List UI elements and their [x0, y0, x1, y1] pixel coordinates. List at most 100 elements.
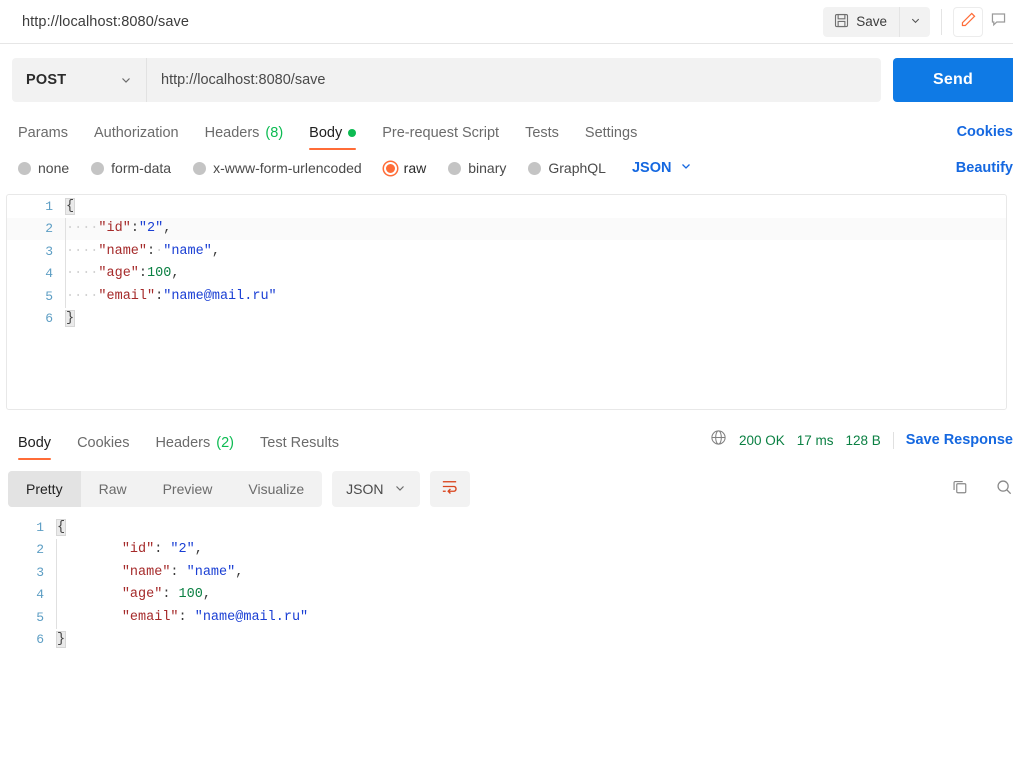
request-body-editor[interactable]: 1{2 ····"id":"2", 3 ····"name":·"name", 4 ···…: [6, 194, 1007, 410]
response-tab-cookies[interactable]: Cookies: [77, 435, 129, 460]
body-format-select[interactable]: JSON: [632, 160, 693, 176]
tab-body[interactable]: Body: [309, 125, 357, 150]
edit-request-button[interactable]: [953, 6, 983, 37]
str-token: "name@mail.ru": [194, 609, 309, 625]
code-line: 3 ····"name":·"name",: [7, 240, 1006, 263]
key-token: "age": [121, 587, 163, 603]
tab-label: Headers: [155, 435, 211, 451]
code-text: {: [64, 197, 76, 215]
line-number: 6: [36, 632, 44, 648]
http-method-select[interactable]: POST: [12, 58, 146, 102]
response-tab-test-results[interactable]: Test Results: [260, 435, 339, 460]
response-code-area[interactable]: 1{2 "id": "2", 3 "name": "name", 4 "age": …: [0, 516, 1013, 651]
request-url-input[interactable]: http://localhost:8080/save: [146, 58, 881, 102]
request-code-area[interactable]: 1{2 ····"id":"2", 3 ····"name":·"name", 4 ···…: [7, 195, 1006, 330]
tab-count: (2): [216, 435, 234, 451]
response-time: 17 ms: [796, 432, 834, 448]
code-text: "id": "2",: [57, 542, 203, 557]
tab-settings[interactable]: Settings: [585, 125, 637, 150]
body-type-label: form-data: [111, 160, 172, 176]
save-response-link[interactable]: Save Response: [906, 432, 1013, 448]
copy-button[interactable]: [951, 478, 969, 501]
str-token: "name": [186, 564, 236, 580]
indent-dots: ····: [66, 266, 99, 282]
code-line: 1{: [7, 195, 1006, 218]
body-type-urlencoded[interactable]: x-www-form-urlencoded: [193, 160, 362, 176]
request-tabs: Params Authorization Headers (8) Body Pr…: [0, 108, 1013, 150]
pencil-icon: [960, 11, 977, 33]
tab-params[interactable]: Params: [18, 125, 68, 150]
save-button[interactable]: Save: [823, 7, 899, 37]
radio-icon: [91, 161, 105, 175]
word-wrap-toggle[interactable]: [429, 471, 470, 507]
punc-token: :: [170, 564, 187, 580]
line-number: 1: [36, 519, 44, 535]
key-token: "age": [98, 266, 139, 282]
body-type-graphql[interactable]: GraphQL: [528, 160, 606, 176]
tab-label: Pre-request Script: [382, 125, 500, 141]
code-text: ····"name":·"name",: [66, 244, 220, 259]
response-toolbar: Pretty Raw Preview Visualize JSON: [0, 460, 1013, 508]
beautify-link[interactable]: Beautify: [956, 160, 1013, 176]
body-type-raw[interactable]: raw: [383, 160, 426, 176]
body-type-none[interactable]: none: [18, 160, 69, 176]
line-number: 6: [45, 311, 53, 327]
brace-token: }: [55, 631, 67, 649]
radio-selected-icon: [383, 161, 397, 175]
indent-dots: [57, 610, 122, 625]
body-type-label: x-www-form-urlencoded: [213, 160, 362, 176]
view-mode-raw[interactable]: Raw: [81, 471, 145, 507]
response-format-label: JSON: [346, 481, 384, 497]
send-button[interactable]: Send: [893, 58, 1013, 102]
chevron-down-icon: [120, 74, 132, 86]
punc-token: ,: [202, 587, 211, 603]
line-number: 2: [45, 221, 53, 237]
num-token: 100: [147, 266, 172, 282]
chevron-down-icon: [910, 13, 921, 31]
body-type-binary[interactable]: binary: [448, 160, 506, 176]
tab-label: Body: [18, 435, 52, 451]
line-number: 1: [45, 198, 53, 214]
punc-token: :: [138, 266, 148, 282]
globe-icon: [710, 429, 727, 451]
cookies-link[interactable]: Cookies: [957, 124, 1013, 140]
tab-label: Settings: [584, 125, 638, 141]
save-options-button[interactable]: [899, 6, 930, 37]
view-mode-pretty[interactable]: Pretty: [8, 471, 81, 507]
response-body-viewer[interactable]: 1{2 "id": "2", 3 "name": "name", 4 "age": …: [0, 508, 1013, 651]
body-type-label: binary: [468, 160, 507, 176]
key-token: "name": [98, 243, 148, 259]
response-tab-headers[interactable]: Headers (2): [155, 435, 234, 460]
punc-token: :: [162, 587, 179, 603]
brace-token: }: [64, 310, 76, 328]
tab-label: Params: [18, 125, 68, 141]
view-mode-preview[interactable]: Preview: [145, 471, 231, 507]
radio-icon: [448, 161, 462, 175]
str-token: "2": [170, 542, 195, 558]
search-button[interactable]: [995, 478, 1013, 501]
comments-button[interactable]: [983, 7, 1013, 37]
response-format-select[interactable]: JSON: [332, 471, 420, 507]
line-number: 4: [36, 587, 44, 603]
tab-pre-request-script[interactable]: Pre-request Script: [382, 125, 499, 150]
punc-token: :: [154, 542, 171, 558]
tab-authorization[interactable]: Authorization: [94, 125, 179, 150]
response-tab-body[interactable]: Body: [18, 435, 52, 460]
response-status-bar: 200 OK 17 ms 128 B Save Response: [710, 429, 1013, 460]
brace-token: {: [55, 518, 67, 536]
key-token: "email": [98, 288, 156, 304]
code-text: }: [64, 310, 76, 328]
tab-tests[interactable]: Tests: [525, 125, 559, 150]
tab-headers[interactable]: Headers (8): [205, 125, 284, 150]
request-url-value: http://localhost:8080/save: [161, 72, 326, 88]
radio-icon: [193, 161, 207, 175]
code-text: "name": "name",: [57, 564, 244, 580]
body-type-form-data[interactable]: form-data: [91, 160, 171, 176]
code-line: 2 "id": "2",: [0, 538, 1013, 561]
code-line: 2 ····"id":"2",: [7, 217, 1006, 240]
punc-token: :: [178, 609, 195, 625]
view-mode-visualize[interactable]: Visualize: [230, 471, 322, 507]
code-text: {: [55, 518, 67, 536]
response-toolbar-right: [951, 478, 1013, 501]
floppy-disk-icon: [834, 13, 849, 31]
